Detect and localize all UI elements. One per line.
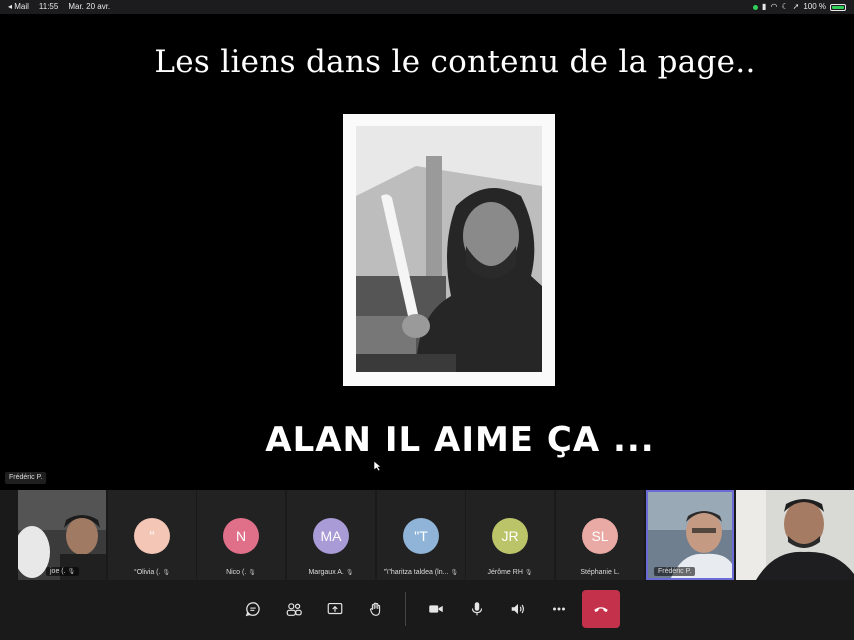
share-screen-button[interactable]: [318, 592, 352, 626]
participants-icon: [286, 603, 302, 616]
raise-hand-button[interactable]: [359, 592, 393, 626]
participant-name: Frédéric P.: [654, 567, 696, 576]
participant-tile[interactable]: joe (. 🎙: [18, 490, 106, 580]
more-icon: [553, 607, 565, 611]
participants-button[interactable]: [277, 592, 311, 626]
participant-tile[interactable]: N Nico (. 🎙: [197, 490, 285, 580]
location-icon: ➚: [792, 2, 800, 11]
chat-button[interactable]: [236, 592, 270, 626]
mic-muted-icon: 🎙: [67, 569, 76, 575]
avatar: ": [134, 518, 170, 554]
wifi-icon: ◠: [770, 2, 778, 11]
mic-muted-icon: 🎙: [450, 570, 459, 576]
slide-title: Les liens dans le contenu de la page..: [154, 44, 756, 80]
share-screen-icon: [327, 603, 343, 615]
raise-hand-icon: [370, 602, 381, 616]
participant-name: °Olivia (. 🎙: [133, 569, 171, 576]
participant-name: Nico (. 🎙: [226, 569, 256, 576]
status-time: 11:55: [38, 2, 59, 11]
participant-tile[interactable]: "T "\"haritza taldea (ln... 🎙: [377, 490, 465, 580]
battery-icon: [830, 3, 846, 11]
self-video: [736, 490, 854, 580]
participant-name: Margaux A. 🎙: [308, 569, 354, 576]
mouse-cursor-icon: [374, 461, 382, 471]
ios-status-bar: ◂ Mail 11:55 Mar. 20 avr. ▮ ◠ ☾ ➚ 100 %: [0, 0, 854, 14]
avatar: "T: [403, 518, 439, 554]
meeting-control-bar: [0, 580, 854, 640]
avatar: N: [223, 518, 259, 554]
chat-icon: [245, 602, 260, 617]
presenter-name-tag: Frédéric P.: [5, 472, 47, 484]
avatar: JR: [492, 518, 528, 554]
photo-frame: [343, 114, 555, 386]
participant-name: joe (. 🎙: [46, 567, 80, 576]
mic-muted-icon: 🎙: [345, 570, 354, 576]
signal-icon: ▮: [762, 2, 767, 11]
participant-tile[interactable]: SL Stéphanie L.: [556, 490, 644, 580]
camera-button[interactable]: [419, 592, 453, 626]
hang-up-icon: [594, 607, 608, 613]
camera-icon: [429, 605, 443, 613]
participant-tile-self-view[interactable]: [736, 490, 854, 580]
microphone-button[interactable]: [460, 592, 494, 626]
participant-strip: joe (. 🎙 " °Olivia (. 🎙 N Nico (. 🎙 MA Marg…: [0, 490, 854, 580]
microphone-icon: [471, 602, 483, 616]
back-to-mail-link[interactable]: ◂ Mail: [8, 0, 29, 14]
mic-muted-icon: 🎙: [524, 570, 533, 576]
hang-up-button[interactable]: [582, 590, 620, 628]
participant-name: Jérôme RH 🎙: [487, 569, 533, 576]
control-divider: [405, 592, 406, 626]
status-date: Mar. 20 avr.: [68, 2, 111, 11]
participant-tile[interactable]: MA Margaux A. 🎙: [287, 490, 375, 580]
slide-photo: [356, 126, 542, 372]
avatar: SL: [582, 518, 618, 554]
slide-caption: Alan il aime ça ...: [265, 420, 655, 460]
shared-screen: Les liens dans le contenu de la page.. A…: [0, 14, 854, 490]
camera-in-use-indicator: [753, 4, 759, 10]
participant-tile[interactable]: JR Jérôme RH 🎙: [466, 490, 554, 580]
more-options-button[interactable]: [542, 592, 576, 626]
avatar: MA: [313, 518, 349, 554]
battery-percent: 100 %: [803, 2, 826, 11]
participant-tile-active-speaker[interactable]: Frédéric P.: [646, 490, 734, 580]
participant-tile[interactable]: " °Olivia (. 🎙: [108, 490, 196, 580]
participant-name: "\"haritza taldea (ln... 🎙: [383, 569, 459, 576]
mic-muted-icon: 🎙: [248, 570, 256, 576]
mic-muted-icon: 🎙: [162, 570, 171, 576]
speaker-button[interactable]: [501, 592, 535, 626]
speaker-icon: [511, 604, 524, 614]
moon-icon: ☾: [781, 2, 789, 11]
participant-name: Stéphanie L.: [580, 569, 620, 576]
